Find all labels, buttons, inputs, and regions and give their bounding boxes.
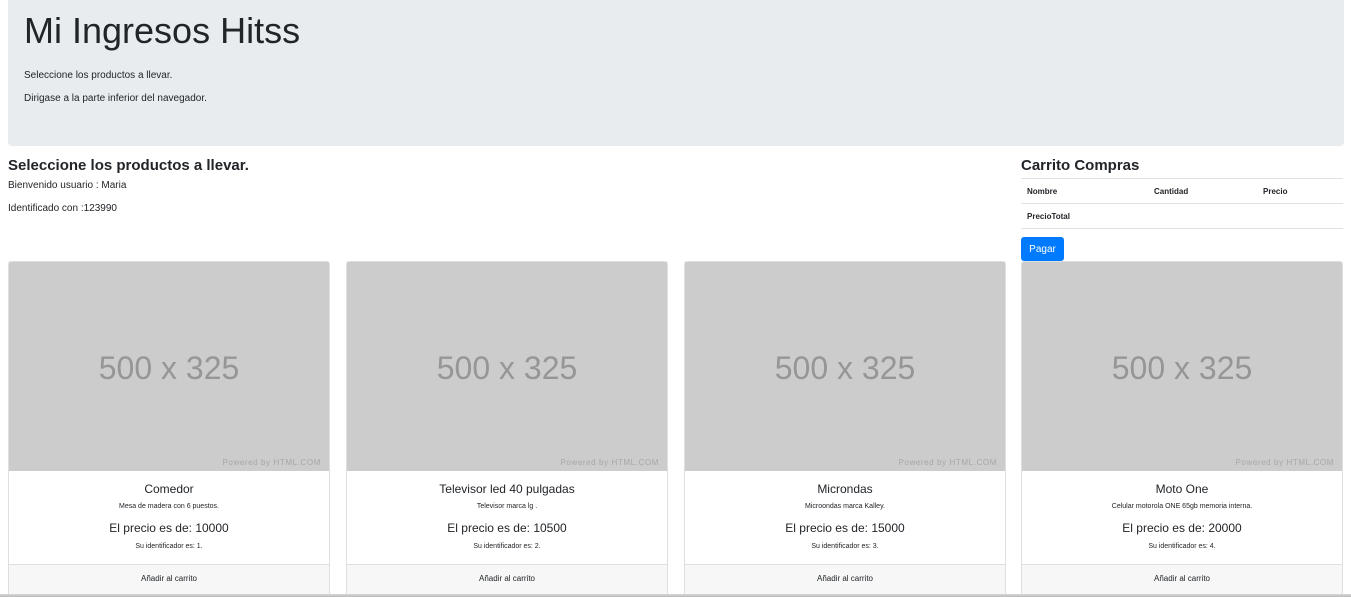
identified-text: Identificado con :123990 <box>8 203 117 214</box>
product-image-placeholder: 500 x 325 Powered by HTML.COM <box>685 262 1005 471</box>
cart-total-value <box>1257 203 1343 229</box>
cart-total-row: PrecioTotal <box>1021 203 1343 229</box>
product-description: Microondas marca Kalley. <box>804 503 885 510</box>
product-name: Microndas <box>817 482 873 496</box>
add-to-cart-button[interactable]: Añadir al carrito <box>141 574 197 583</box>
pay-button[interactable]: Pagar <box>1021 237 1064 261</box>
welcome-text: Bienvenido usuario : Maria <box>8 180 127 191</box>
product-price: El precio es de: 10500 <box>447 521 567 535</box>
cart-header-row: Nombre Cantidad Precio <box>1021 178 1343 204</box>
product-identifier: Su identificador es: 2. <box>473 543 541 550</box>
image-dimensions-text: 500 x 325 <box>436 350 578 386</box>
add-to-cart-button[interactable]: Añadir al carrito <box>479 574 535 583</box>
image-dimensions-text: 500 x 325 <box>774 350 916 386</box>
cart-total-label: PrecioTotal <box>1021 203 1148 229</box>
image-credit: Powered by HTML.COM <box>222 458 321 467</box>
header-instruction: Seleccione los productos a llevar. <box>24 70 173 81</box>
product-card-footer: Añadir al carrito <box>1022 564 1342 596</box>
product-card: 500 x 325 Powered by HTML.COM Televisor … <box>346 261 668 597</box>
cart-column-header: Cantidad <box>1148 178 1257 204</box>
product-image-placeholder: 500 x 325 Powered by HTML.COM <box>9 262 329 471</box>
image-credit: Powered by HTML.COM <box>898 458 997 467</box>
product-identifier: Su identificador es: 4. <box>1148 543 1216 550</box>
header-hint: Dirigase a la parte inferior del navegad… <box>24 93 207 104</box>
products-section-title: Seleccione los productos a llevar. <box>8 157 249 174</box>
image-credit: Powered by HTML.COM <box>560 458 659 467</box>
product-card: 500 x 325 Powered by HTML.COM Moto One C… <box>1021 261 1343 597</box>
image-dimensions-text: 500 x 325 <box>1111 350 1253 386</box>
product-identifier: Su identificador es: 3. <box>811 543 879 550</box>
image-credit: Powered by HTML.COM <box>1235 458 1334 467</box>
product-card: 500 x 325 Powered by HTML.COM Comedor Me… <box>8 261 330 597</box>
product-description: Celular motorola ONE 65gb memoria intern… <box>1111 503 1253 510</box>
product-name: Televisor led 40 pulgadas <box>439 482 575 496</box>
product-card-footer: Añadir al carrito <box>347 564 667 596</box>
product-image-placeholder: 500 x 325 Powered by HTML.COM <box>347 262 667 471</box>
product-identifier: Su identificador es: 1. <box>135 543 203 550</box>
product-price: El precio es de: 10000 <box>109 521 229 535</box>
page-title: Mi Ingresos Hitss <box>24 10 301 51</box>
product-card-footer: Añadir al carrito <box>9 564 329 596</box>
cart-title: Carrito Compras <box>1021 157 1140 174</box>
product-price: El precio es de: 15000 <box>785 521 905 535</box>
product-card-footer: Añadir al carrito <box>685 564 1005 596</box>
cart-total-empty <box>1148 203 1257 229</box>
product-description: Mesa de madera con 6 puestos. <box>118 503 219 510</box>
product-description: Televisor marca lg . <box>476 503 538 510</box>
add-to-cart-button[interactable]: Añadir al carrito <box>1154 574 1210 583</box>
cart-column-header: Nombre <box>1021 178 1148 204</box>
cart-table: Nombre Cantidad Precio PrecioTotal <box>1021 178 1343 229</box>
product-name: Comedor <box>144 482 194 496</box>
product-card: 500 x 325 Powered by HTML.COM Microndas … <box>684 261 1006 597</box>
header-jumbotron: Mi Ingresos Hitss Seleccione los product… <box>8 0 1344 146</box>
product-name: Moto One <box>1155 482 1209 496</box>
cart-column-header: Precio <box>1257 178 1343 204</box>
add-to-cart-button[interactable]: Añadir al carrito <box>817 574 873 583</box>
product-image-placeholder: 500 x 325 Powered by HTML.COM <box>1022 262 1342 471</box>
product-price: El precio es de: 20000 <box>1122 521 1242 535</box>
image-dimensions-text: 500 x 325 <box>98 350 240 386</box>
